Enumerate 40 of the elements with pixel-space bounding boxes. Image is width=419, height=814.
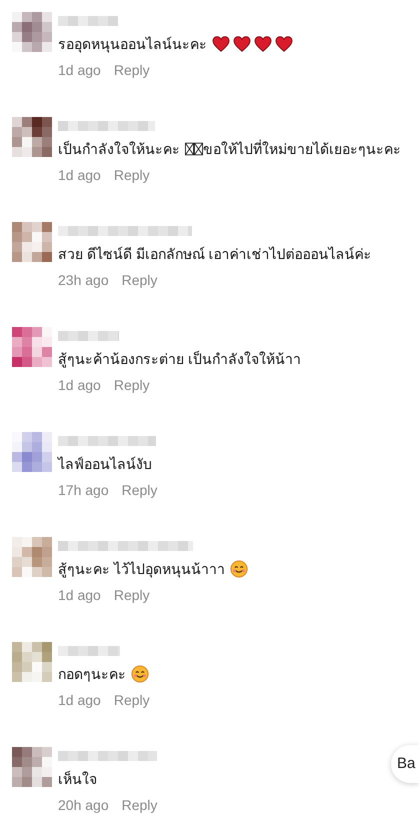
reply-link[interactable]: Reply xyxy=(122,480,158,501)
floating-button[interactable]: Ba xyxy=(391,745,419,783)
comment-text: ขอให้ไปที่ใหม่ขายได้เยอะๆนะคะ xyxy=(203,138,401,159)
comment-time: 1d ago xyxy=(58,586,101,605)
avatar-icon[interactable] xyxy=(12,327,52,367)
comment-text: สวย ดีไซน์ดี มีเอกลักษณ์ เอาค่าเช่าไปต่อออนไลน์ค่ะ xyxy=(58,244,372,264)
comment-time: 20h ago xyxy=(58,796,109,814)
reply-link[interactable]: Reply xyxy=(122,270,158,291)
reply-link[interactable]: Reply xyxy=(114,60,150,81)
avatar-icon[interactable] xyxy=(12,117,52,157)
reply-link[interactable]: Reply xyxy=(114,375,150,396)
smiling-emoji-icon xyxy=(131,665,149,683)
heart-icon xyxy=(212,36,230,52)
blurred-username xyxy=(58,16,118,26)
reply-link[interactable]: Reply xyxy=(114,690,150,711)
comment-text: รออุดหนุนออนไลน์นะคะ xyxy=(58,34,207,54)
comment-time: 23h ago xyxy=(58,271,109,290)
comment-time: 1d ago xyxy=(58,376,101,395)
comment-time: 1d ago xyxy=(58,61,101,80)
comment-time: 1d ago xyxy=(58,691,101,710)
missing-glyph-icon xyxy=(194,142,203,156)
reply-link[interactable]: Reply xyxy=(114,585,150,606)
missing-glyph-icon xyxy=(185,142,194,156)
comment-text: กอดๆนะคะ xyxy=(58,664,126,684)
blurred-username xyxy=(58,646,120,656)
heart-icon xyxy=(233,36,251,52)
comment-text: เป็นกำลังใจให้นะคะ xyxy=(58,140,180,158)
reply-link[interactable]: Reply xyxy=(122,795,158,814)
comment-text: เห็นใจ xyxy=(58,770,97,788)
comment-time: 1d ago xyxy=(58,166,101,185)
heart-icon xyxy=(275,36,293,52)
comment-text: สู้ๆนะค้าน้องกระต่าย เป็นกำลังใจให้น้าา xyxy=(58,350,301,370)
comment-time: 17h ago xyxy=(58,481,109,500)
smiling-emoji-icon xyxy=(230,560,248,578)
blurred-username xyxy=(58,331,119,341)
reply-link[interactable]: Reply xyxy=(114,165,150,186)
heart-icon xyxy=(254,36,272,52)
comment-text: ไลฟ์ออนไลน์งับ xyxy=(58,454,152,474)
avatar-icon[interactable] xyxy=(12,747,52,787)
comment-text: สู้ๆนะคะ ไว้ไปอุดหนุนน้าาา xyxy=(58,560,225,580)
